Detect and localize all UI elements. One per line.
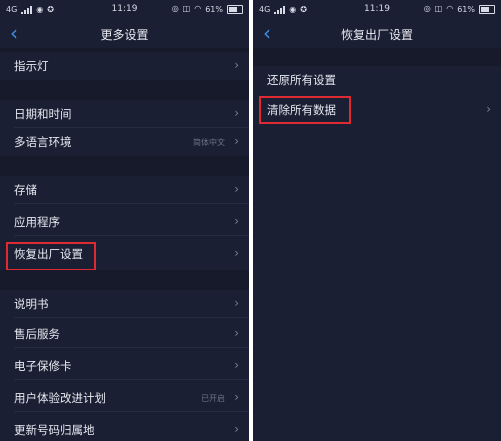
settings-item-apps[interactable]: 应用程序 › — [0, 208, 249, 236]
chevron-right-icon: › — [234, 246, 239, 260]
highlight-box — [259, 96, 351, 124]
item-value: 简体中文 — [193, 138, 225, 147]
divider — [14, 317, 249, 318]
section-gap — [0, 156, 249, 176]
item-label: 日期和时间 — [14, 107, 72, 121]
nav-bar: ‹ 更多设置 — [0, 20, 249, 48]
item-label: 应用程序 — [14, 215, 60, 229]
chevron-right-icon: › — [234, 214, 239, 228]
settings-item-storage[interactable]: 存储 › — [0, 176, 249, 204]
chevron-right-icon: › — [234, 390, 239, 404]
settings-item-date-time[interactable]: 日期和时间 › — [0, 100, 249, 128]
settings-item-indicator-light[interactable]: 指示灯 › — [0, 52, 249, 80]
battery-percent: 61% — [457, 4, 475, 14]
settings-item-manual[interactable]: 说明书 › — [0, 290, 249, 318]
phone-screen-factory-reset: 4G ◉ ✪ 11:19 ◎ ◫ ◠ 61% ‹ 恢复出厂设置 还原所有设置 清… — [253, 0, 501, 441]
reset-item-restore-settings[interactable]: 还原所有设置 — [253, 66, 501, 94]
divider — [14, 235, 249, 236]
item-label: 售后服务 — [14, 327, 60, 341]
chevron-right-icon: › — [234, 134, 239, 148]
settings-item-language[interactable]: 多语言环境 简体中文 › — [0, 128, 249, 156]
item-label: 更新号码归属地 — [14, 423, 95, 437]
item-label: 说明书 — [14, 297, 49, 311]
battery-icon — [227, 4, 243, 14]
status-bar: 4G ◉ ✪ 11:19 ◎ ◫ ◠ 61% — [253, 0, 501, 20]
battery-icon — [479, 4, 495, 14]
item-label: 用户体验改进计划 — [14, 391, 106, 405]
chevron-right-icon: › — [234, 58, 239, 72]
item-label: 电子保修卡 — [14, 359, 72, 373]
settings-item-number-location[interactable]: 更新号码归属地 › — [0, 416, 249, 441]
page-title: 更多设置 — [100, 28, 149, 42]
chevron-right-icon: › — [234, 182, 239, 196]
wifi-icon: ◠ — [446, 4, 454, 13]
page-title: 恢复出厂设置 — [340, 28, 413, 42]
alarm-icon: ◎ — [423, 4, 431, 13]
wifi-icon: ◠ — [194, 4, 202, 13]
status-bar: 4G ◉ ✪ 11:19 ◎ ◫ ◠ 61% — [0, 0, 249, 20]
alarm-icon: ◎ — [171, 4, 179, 13]
vibrate-icon: ◫ — [434, 4, 443, 13]
vibrate-icon: ◫ — [182, 4, 191, 13]
chevron-right-icon: › — [234, 296, 239, 310]
section-gap — [0, 80, 249, 100]
chevron-right-icon: › — [234, 358, 239, 372]
divider — [14, 411, 249, 412]
divider — [14, 347, 249, 348]
chevron-right-icon: › — [234, 422, 239, 436]
highlight-box — [6, 242, 96, 271]
settings-item-warranty-card[interactable]: 电子保修卡 › — [0, 352, 249, 380]
section-gap — [0, 270, 249, 290]
settings-item-after-sales[interactable]: 售后服务 › — [0, 320, 249, 348]
section-gap — [253, 48, 501, 66]
item-label: 存储 — [14, 183, 37, 197]
chevron-right-icon: › — [234, 326, 239, 340]
nav-bar: ‹ 恢复出厂设置 — [253, 20, 501, 48]
item-label: 多语言环境 — [14, 135, 72, 149]
chevron-right-icon: › — [486, 102, 491, 116]
settings-item-ux-program[interactable]: 用户体验改进计划 已开启 › — [0, 384, 249, 412]
item-label: 还原所有设置 — [267, 73, 336, 87]
chevron-right-icon: › — [234, 106, 239, 120]
divider — [14, 203, 249, 204]
item-label: 指示灯 — [14, 59, 49, 73]
phone-screen-more-settings: 4G ◉ ✪ 11:19 ◎ ◫ ◠ 61% ‹ 更多设置 指示灯 › 日期和时… — [0, 0, 249, 441]
divider — [14, 379, 249, 380]
battery-percent: 61% — [205, 4, 223, 14]
item-value: 已开启 — [201, 394, 225, 403]
